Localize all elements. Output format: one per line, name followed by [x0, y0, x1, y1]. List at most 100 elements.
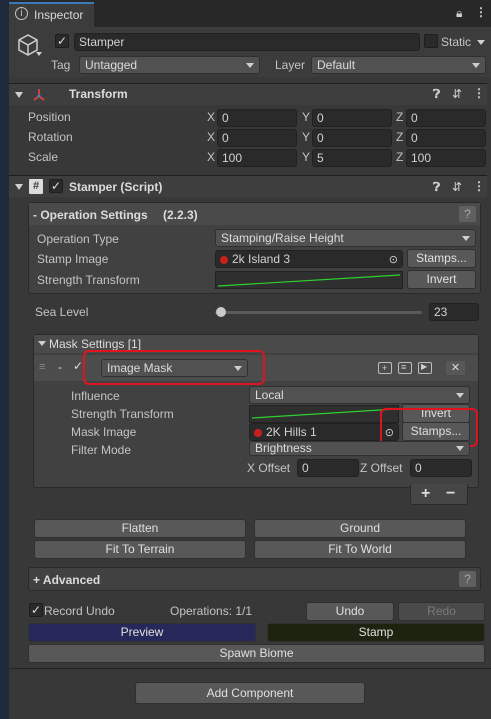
fit-to-terrain-button[interactable]: Fit To Terrain [34, 540, 246, 559]
position-z-field[interactable]: 0 [406, 109, 486, 127]
strength-curve-field[interactable] [215, 271, 403, 289]
tab-inspector-label: Inspector [34, 8, 84, 22]
help-icon[interactable]: ? [459, 571, 476, 587]
foldout-down-icon [15, 92, 23, 98]
active-checkbox[interactable]: ✓ [55, 34, 69, 48]
axis-z-label: Z [396, 130, 404, 144]
stamp-image-field[interactable]: 2k Island 3 ⊙ [215, 250, 403, 268]
advanced-label: + Advanced [33, 573, 101, 587]
axis-y-label: Y [302, 130, 311, 144]
record-undo-label: Record Undo [44, 604, 115, 618]
influence-caret-icon [456, 393, 464, 398]
tag-caret-icon [246, 63, 254, 68]
more-options-icon[interactable]: ⋮ [473, 179, 485, 193]
more-options-icon[interactable]: ⋮ [473, 86, 485, 100]
divider [9, 668, 491, 669]
add-mask-button[interactable]: + [421, 485, 430, 503]
tag-dropdown[interactable]: Untagged [79, 56, 260, 74]
preset-icon[interactable]: ⇵ [452, 180, 462, 194]
chevron-down-icon[interactable] [36, 52, 42, 56]
static-dropdown-icon[interactable] [477, 40, 485, 45]
stamper-header[interactable]: # ✓ Stamper (Script) ❓︎ ⇵ ⋮ [9, 175, 487, 197]
record-undo-checkbox[interactable]: ✓ [29, 603, 43, 617]
foldout-down-icon [15, 184, 23, 190]
mask-strength-transform-label: Strength Transform [71, 407, 174, 421]
invert-button[interactable]: Invert [407, 270, 476, 289]
scale-x-field[interactable]: 100 [217, 149, 297, 167]
spawn-biome-button[interactable]: Spawn Biome [28, 644, 485, 663]
texture-icon [254, 429, 262, 437]
lock-icon[interactable]: 🔒︎ [456, 6, 462, 20]
sea-level-thumb[interactable] [216, 307, 226, 317]
more-options-icon[interactable]: ⋮ [475, 5, 487, 19]
z-offset-field[interactable]: 0 [410, 459, 472, 477]
tab-inspector[interactable]: i Inspector [9, 2, 94, 27]
info-icon: i [15, 7, 28, 20]
filter-mode-dropdown[interactable]: Brightness [249, 441, 470, 456]
mask-image-label: Mask Image [71, 425, 137, 439]
influence-dropdown[interactable]: Local [249, 386, 470, 404]
sea-level-track[interactable] [215, 311, 422, 314]
rotation-z-field[interactable]: 0 [406, 129, 486, 147]
mask-strength-curve-field[interactable] [249, 405, 399, 423]
transform-title: Transform [69, 87, 128, 101]
scale-label: Scale [28, 150, 59, 164]
static-checkbox[interactable] [424, 34, 438, 48]
undo-button[interactable]: Undo [306, 602, 394, 621]
position-y-field[interactable]: 0 [312, 109, 392, 127]
help-icon[interactable]: ❓︎ [433, 180, 440, 194]
operation-type-dropdown[interactable]: Stamping/Raise Height [215, 229, 476, 247]
operation-type-label: Operation Type [37, 232, 119, 246]
mask-delete-button[interactable]: ✕ [446, 361, 465, 375]
mask-list-footer [410, 484, 468, 505]
drag-handle-icon[interactable]: ≡ [39, 361, 45, 373]
object-picker-icon[interactable]: ⊙ [389, 252, 398, 267]
scale-y-field[interactable]: 5 [312, 149, 392, 167]
remove-mask-button[interactable]: − [446, 485, 455, 503]
version-label: (2.2.3) [163, 208, 198, 222]
operation-settings-header[interactable]: - Operation Settings (2.2.3) ? [29, 203, 480, 225]
mask-collapse-label[interactable]: - [58, 360, 62, 374]
position-x-field[interactable]: 0 [217, 109, 297, 127]
ground-button[interactable]: Ground [254, 519, 466, 538]
mask-image-value: 2K Hills 1 [266, 425, 317, 439]
tag-value: Untagged [85, 58, 138, 72]
add-component-button[interactable]: Add Component [135, 682, 365, 704]
paste-icon: ≡ [401, 362, 407, 372]
help-icon[interactable]: ❓︎ [433, 87, 440, 101]
layer-caret-icon [472, 63, 480, 68]
sea-level-field[interactable]: 23 [429, 303, 479, 321]
layer-dropdown[interactable]: Default [311, 56, 486, 74]
scene-view-edge [0, 0, 9, 719]
object-name-field[interactable]: Stamper [74, 33, 420, 51]
influence-value: Local [255, 388, 284, 402]
influence-label: Influence [71, 389, 120, 403]
mask-enabled-check[interactable]: ✓ [73, 359, 83, 373]
axis-z-label: Z [396, 150, 404, 164]
stamps-button[interactable]: Stamps... [407, 249, 476, 268]
rotation-y-field[interactable]: 0 [312, 129, 392, 147]
highlight-mask-type [83, 350, 265, 385]
layer-value: Default [317, 58, 356, 72]
stamp-button[interactable]: Stamp [267, 623, 485, 642]
scale-z-field[interactable]: 100 [406, 149, 486, 167]
foldout-down-icon [38, 341, 46, 346]
fit-to-world-button[interactable]: Fit To World [254, 540, 466, 559]
layer-label: Layer [275, 58, 306, 72]
transform-header[interactable]: Transform ❓︎ ⇵ ⋮ [9, 83, 487, 105]
advanced-panel[interactable]: + Advanced ? [28, 567, 481, 591]
mask-image-field[interactable]: 2K Hills 1 ⊙ [249, 423, 399, 441]
rotation-x-field[interactable]: 0 [217, 129, 297, 147]
preset-icon[interactable]: ⇵ [452, 87, 462, 101]
axis-y-label: Y [302, 110, 311, 124]
x-offset-label: X Offset [247, 461, 291, 475]
help-icon[interactable]: ? [459, 206, 476, 222]
flatten-button[interactable]: Flatten [34, 519, 246, 538]
axis-y-label: Y [302, 150, 311, 164]
redo-button[interactable]: Redo [398, 602, 485, 621]
x-offset-field[interactable]: 0 [297, 459, 359, 477]
preview-button[interactable]: Preview [28, 623, 256, 642]
stamper-title: Stamper (Script) [69, 180, 163, 194]
script-icon: # [29, 179, 43, 194]
script-enabled-checkbox[interactable]: ✓ [49, 179, 63, 193]
